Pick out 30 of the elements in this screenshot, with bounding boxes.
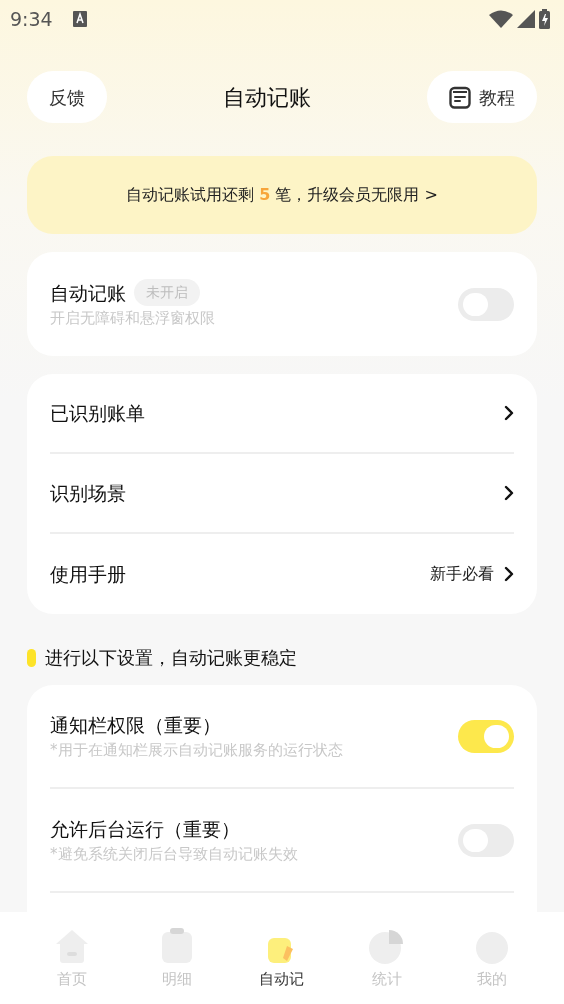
nav-tab[interactable]: 自动记 xyxy=(252,926,312,1004)
feedback-button[interactable]: 反馈 xyxy=(27,71,107,123)
note-icon xyxy=(268,936,296,964)
pie-chart-icon xyxy=(368,928,405,964)
chevron-icon xyxy=(504,566,514,582)
section-title: 进行以下设置，自动记账更稳定 xyxy=(45,646,297,670)
signal-icon xyxy=(517,10,535,28)
menu-item-label: 使用手册 xyxy=(50,561,127,587)
setting-title: 自动记账 xyxy=(50,280,126,306)
menu-item[interactable]: 使用手册 新手必看 xyxy=(50,534,514,614)
document-icon xyxy=(449,85,471,109)
menu-item[interactable]: 识别场景 xyxy=(50,454,514,534)
upgrade-banner-text[interactable]: 自动记账试用还剩 5 笔，升级会员无限用 > xyxy=(126,183,438,207)
setting-title: 允许后台运行（重要） xyxy=(50,816,241,842)
keyboard-icon xyxy=(72,11,87,27)
wifi-icon xyxy=(489,10,513,28)
menu-item-label: 识别场景 xyxy=(50,480,127,506)
toggle-switch[interactable] xyxy=(458,719,514,753)
menu-item[interactable]: 已识别账单 xyxy=(50,374,514,454)
setting-title: 通知栏权限（重要） xyxy=(50,712,222,738)
page-title: 自动记账 xyxy=(223,83,311,112)
battery-icon xyxy=(539,9,550,29)
clipboard-icon xyxy=(161,928,194,964)
chevron-icon xyxy=(504,405,514,421)
menu-item-label: 已识别账单 xyxy=(50,400,146,426)
status-time: 9:34 xyxy=(10,6,53,32)
menu-item-hint: 新手必看 xyxy=(430,563,494,585)
section-marker xyxy=(27,648,36,667)
chevron-icon xyxy=(504,485,514,501)
tutorial-button[interactable]: 教程 xyxy=(427,71,537,123)
